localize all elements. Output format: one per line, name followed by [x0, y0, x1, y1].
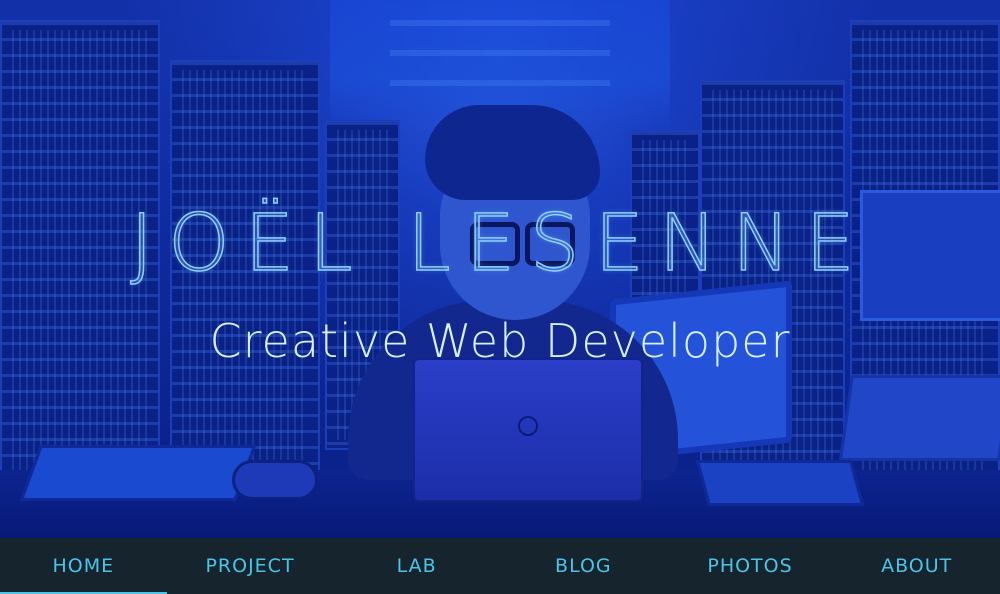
nav-item-photos[interactable]: PHOTOS — [667, 538, 834, 594]
hero-banner: JOËL LESENNE Creative Web Developer — [0, 0, 1000, 538]
nav-item-about[interactable]: ABOUT — [833, 538, 1000, 594]
nav-item-blog[interactable]: BLOG — [500, 538, 667, 594]
site-subtitle: Creative Web Developer — [209, 314, 791, 368]
nav-item-lab[interactable]: LAB — [333, 538, 500, 594]
site-title: JOËL LESENNE — [130, 199, 870, 289]
notebook-illustration — [19, 445, 257, 501]
second-laptop-illustration — [838, 375, 1000, 461]
nav-item-project[interactable]: PROJECT — [167, 538, 334, 594]
books-illustration — [695, 460, 865, 506]
laptop-logo-icon — [518, 416, 538, 436]
main-navigation: HOME PROJECT LAB BLOG PHOTOS ABOUT — [0, 538, 1000, 594]
mouse-illustration — [232, 460, 318, 500]
developer-hair — [425, 105, 600, 200]
laptop-illustration — [413, 358, 643, 502]
nav-item-home[interactable]: HOME — [0, 538, 167, 594]
